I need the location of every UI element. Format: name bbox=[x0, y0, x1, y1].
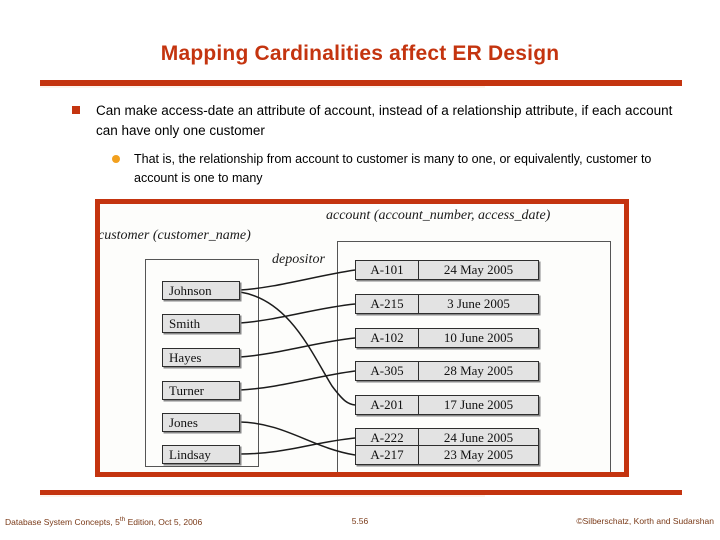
account-number: A-305 bbox=[356, 362, 419, 380]
bullet-level2: That is, the relationship from account t… bbox=[112, 150, 692, 188]
bullet-level1-text: Can make access-date an attribute of acc… bbox=[96, 103, 673, 138]
account-access-date: 23 May 2005 bbox=[443, 447, 514, 462]
account-number: A-217 bbox=[356, 446, 419, 464]
account-row: A-201 17 June 2005 bbox=[355, 395, 539, 415]
customer-box: Jones bbox=[162, 413, 240, 432]
account-access-date: 17 June 2005 bbox=[443, 397, 514, 412]
customer-name: Jones bbox=[169, 414, 198, 430]
er-diagram-canvas: customer (customer_name) account (accoun… bbox=[100, 204, 624, 472]
account-row: A-305 28 May 2005 bbox=[355, 361, 539, 381]
account-row: A-215 3 June 2005 bbox=[355, 294, 539, 314]
account-row: A-217 23 May 2005 bbox=[355, 445, 539, 465]
account-access-date: 10 June 2005 bbox=[443, 330, 514, 345]
customer-box: Turner bbox=[162, 381, 240, 400]
account-number: A-101 bbox=[356, 261, 419, 279]
footer-divider-highlight bbox=[40, 495, 485, 497]
customer-box: Smith bbox=[162, 314, 240, 333]
customer-name: Hayes bbox=[169, 349, 202, 365]
footer-copyright: ©Silberschatz, Korth and Sudarshan bbox=[576, 516, 714, 526]
account-access-date: 28 May 2005 bbox=[443, 363, 514, 378]
slide-canvas: Mapping Cardinalities affect ER Design C… bbox=[0, 0, 720, 540]
customer-box: Johnson bbox=[162, 281, 240, 300]
customer-box: Lindsay bbox=[162, 445, 240, 464]
link-smith-a215 bbox=[239, 303, 356, 324]
link-jones-a217 bbox=[239, 421, 356, 456]
account-number: A-201 bbox=[356, 396, 419, 414]
account-number: A-102 bbox=[356, 329, 419, 347]
link-turner-a305 bbox=[239, 370, 356, 391]
customer-name: Lindsay bbox=[169, 446, 211, 462]
page-title: Mapping Cardinalities affect ER Design bbox=[160, 42, 560, 65]
link-johnson-a101 bbox=[239, 269, 356, 291]
account-row: A-102 10 June 2005 bbox=[355, 328, 539, 348]
account-access-date: 3 June 2005 bbox=[447, 296, 510, 311]
customer-name: Smith bbox=[169, 315, 201, 331]
account-number: A-215 bbox=[356, 295, 419, 313]
dot-bullet-icon bbox=[112, 155, 120, 163]
customer-box: Hayes bbox=[162, 348, 240, 367]
link-hayes-a102 bbox=[239, 337, 356, 358]
customer-name: Johnson bbox=[169, 282, 212, 298]
account-row: A-101 24 May 2005 bbox=[355, 260, 539, 280]
bullet-level1: Can make access-date an attribute of acc… bbox=[72, 101, 692, 141]
bullet-level2-text: That is, the relationship from account t… bbox=[134, 152, 652, 185]
title-divider-highlight bbox=[40, 86, 485, 88]
square-bullet-icon bbox=[72, 106, 80, 114]
customer-name: Turner bbox=[169, 382, 204, 398]
er-diagram-figure: customer (customer_name) account (accoun… bbox=[95, 199, 629, 477]
account-access-date: 24 May 2005 bbox=[443, 262, 514, 277]
